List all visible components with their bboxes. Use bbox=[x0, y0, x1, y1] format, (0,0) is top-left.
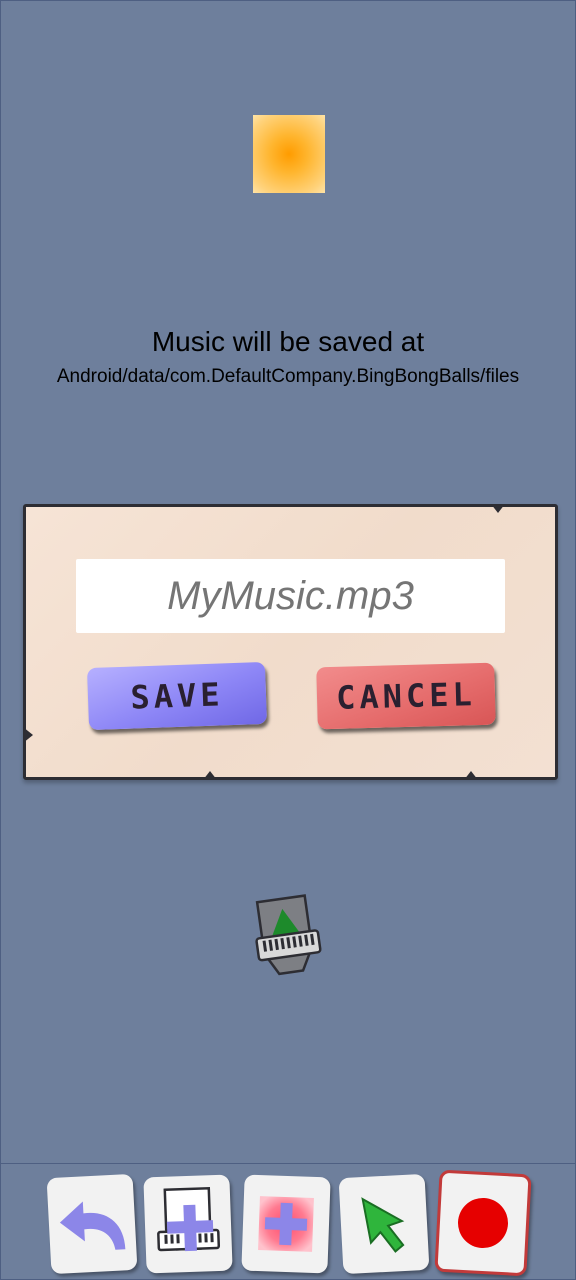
select-pointer-button[interactable] bbox=[338, 1173, 430, 1275]
dialog-notch bbox=[23, 727, 33, 743]
record-button[interactable] bbox=[434, 1169, 532, 1277]
keyboard-cursor-icon[interactable] bbox=[252, 890, 332, 980]
save-button[interactable]: SAVE bbox=[86, 661, 268, 731]
save-location-path: Android/data/com.DefaultCompany.BingBong… bbox=[56, 366, 520, 387]
glowing-ball[interactable] bbox=[253, 115, 325, 193]
add-keyboard-icon bbox=[151, 1182, 226, 1266]
add-keyboard-button[interactable] bbox=[143, 1174, 233, 1274]
record-icon bbox=[454, 1194, 513, 1253]
save-dialog: SAVE CANCEL bbox=[23, 504, 558, 780]
cancel-button[interactable]: CANCEL bbox=[316, 662, 496, 730]
dialog-notch bbox=[491, 504, 505, 513]
dialog-notch bbox=[464, 771, 478, 780]
save-location-title: Music will be saved at bbox=[151, 326, 425, 357]
dialog-notch bbox=[203, 771, 217, 780]
add-ball-button[interactable] bbox=[241, 1174, 331, 1274]
select-pointer-icon bbox=[354, 1191, 413, 1258]
add-ball-icon bbox=[254, 1192, 318, 1256]
undo-button[interactable] bbox=[46, 1173, 138, 1275]
undo-icon bbox=[52, 1191, 131, 1257]
toolbar-divider bbox=[0, 1163, 576, 1164]
filename-input[interactable] bbox=[76, 559, 505, 633]
